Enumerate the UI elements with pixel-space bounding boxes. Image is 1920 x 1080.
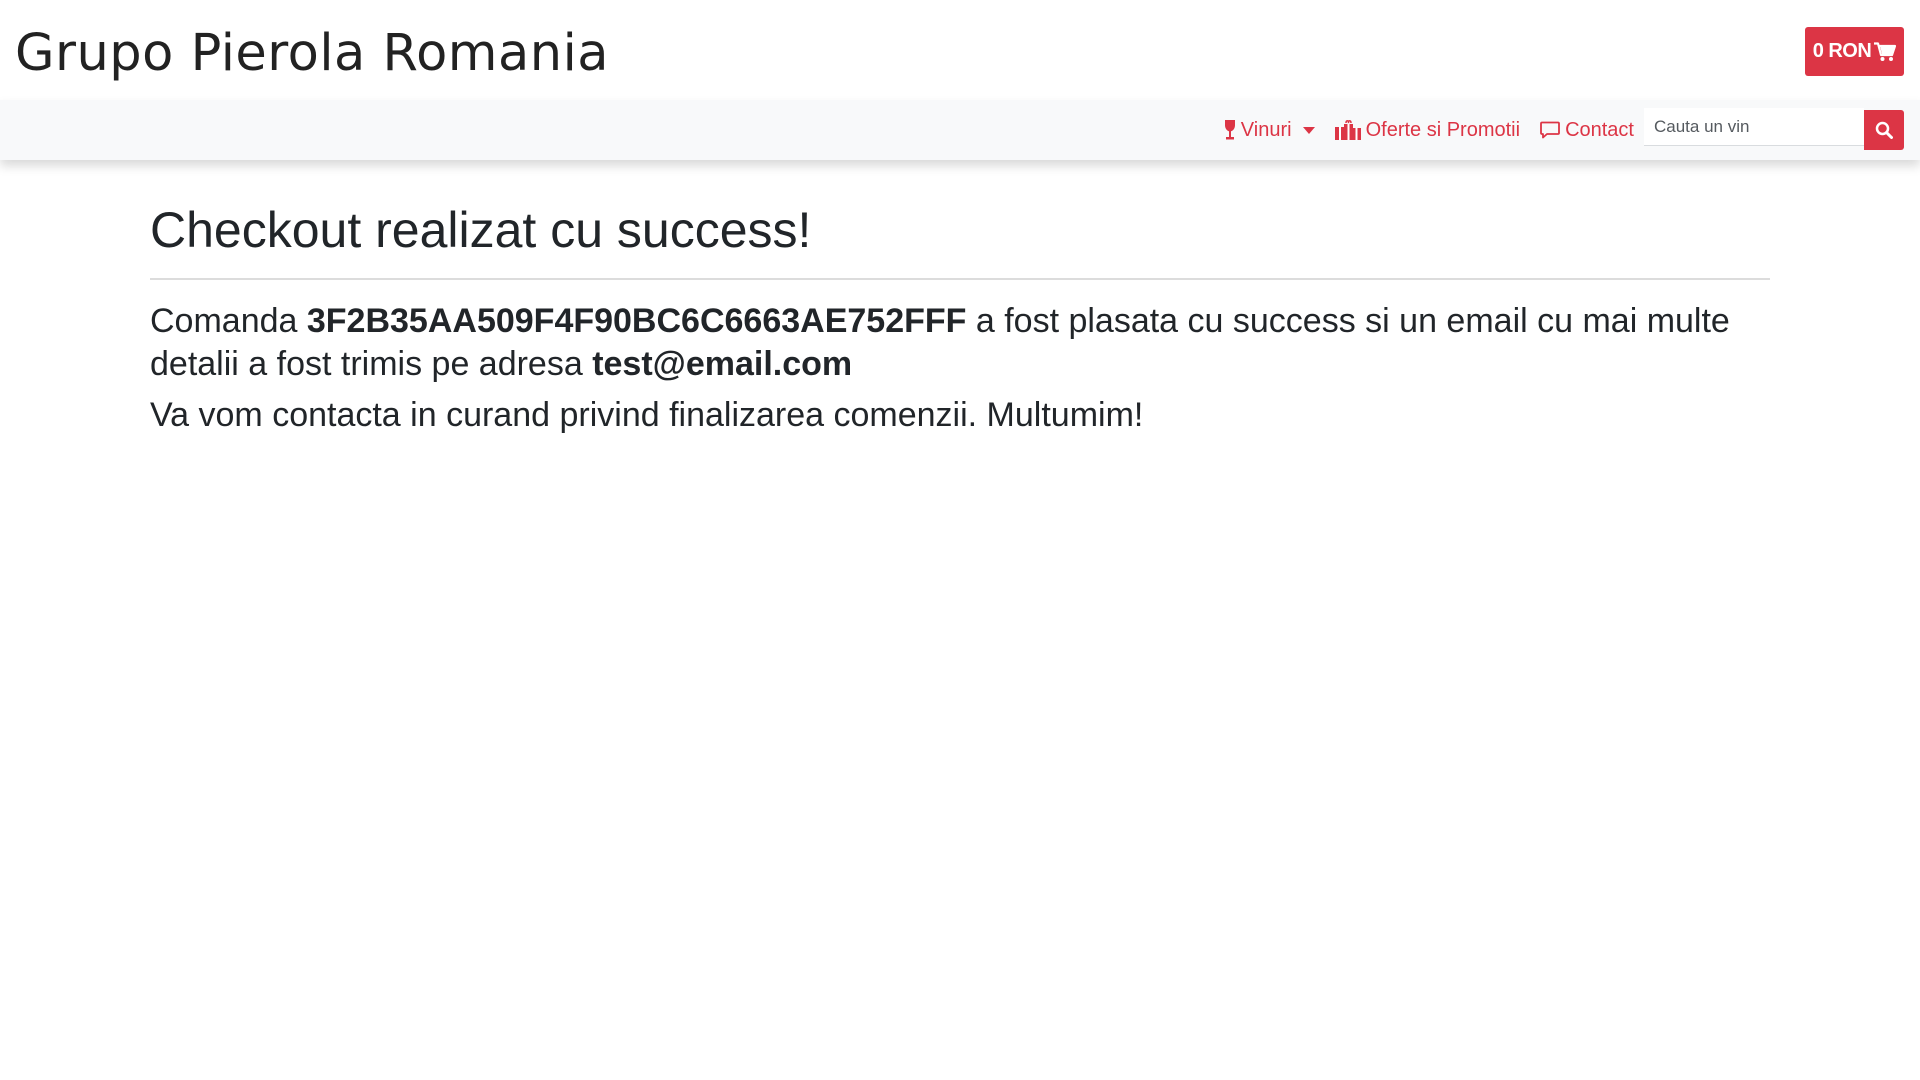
closing-message: Va vom contacta in curand privind finali… (150, 396, 1144, 434)
search-button[interactable] (1864, 110, 1904, 150)
chevron-down-icon (1302, 126, 1315, 134)
search-input[interactable] (1644, 108, 1864, 146)
order-id: 3F2B35AA509F4F90BC6C6663AE752FFF (306, 302, 967, 340)
nav-wines-dropdown[interactable]: Vinuri (1214, 100, 1325, 160)
cart-total: 0 RON (1812, 40, 1872, 62)
comment-icon (1540, 121, 1560, 139)
brand-logo[interactable]: Grupo Pierola Romania (15, 24, 609, 83)
divider (150, 278, 1770, 280)
order-prefix: Comanda (150, 302, 307, 340)
nav-contact-label: Contact (1565, 118, 1634, 141)
nav-items: Vinuri Oferte si Promotii Contact (1214, 100, 1904, 160)
nav-offers-label: Oferte si Promotii (1365, 118, 1521, 141)
nav-wines-label: Vinuri (1240, 118, 1292, 141)
page-title: Checkout realizat cu success! (150, 202, 812, 258)
main-content: Checkout realizat cu success! Comanda 3F… (150, 200, 1770, 437)
search-icon (1875, 121, 1893, 139)
order-confirmation-text: Comanda 3F2B35AA509F4F90BC6C6663AE752FFF… (150, 300, 1770, 386)
nav-contact[interactable]: Contact (1530, 100, 1644, 160)
nav-offers[interactable]: Oferte si Promotii (1325, 100, 1530, 160)
gifts-icon (1334, 120, 1361, 140)
main-navbar: Vinuri Oferte si Promotii Contact (0, 100, 1920, 160)
top-header: Grupo Pierola Romania 0 RON (0, 0, 1920, 100)
wine-glass-icon (1224, 120, 1235, 140)
customer-email: test@email.com (592, 345, 853, 383)
shopping-cart-icon (1874, 41, 1897, 61)
search-form (1644, 108, 1904, 150)
cart-button[interactable]: 0 RON (1805, 27, 1904, 76)
